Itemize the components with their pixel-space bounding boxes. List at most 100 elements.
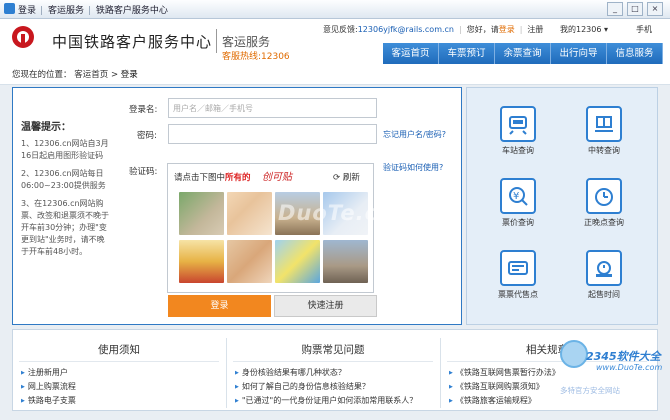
- feedback-label: 意见反馈:: [323, 25, 358, 34]
- link-separator: |: [459, 25, 462, 34]
- hotline-text: 客服热线:12306: [222, 52, 290, 62]
- username-input[interactable]: 用户名／邮箱／手机号: [168, 98, 377, 118]
- info-link[interactable]: 铁路电子支票: [21, 394, 225, 408]
- service-label: 车站查询: [502, 146, 534, 155]
- main-nav: 客运首页 车票预订 余票查询 出行向导 信息服务: [383, 43, 663, 64]
- tab-login[interactable]: 登录: [18, 6, 36, 16]
- link-separator: |: [519, 25, 523, 34]
- service-label: 中转查询: [588, 146, 620, 155]
- alarm-icon: [586, 250, 622, 286]
- top-login-link[interactable]: 登录: [499, 25, 515, 34]
- nav-ticket-booking[interactable]: 车票预订: [439, 43, 495, 64]
- captcha-help-link[interactable]: 验证码如何使用?: [383, 162, 443, 173]
- breadcrumb-prefix: 您现在的位置：: [12, 70, 72, 80]
- railway-logo-icon: [12, 26, 34, 48]
- transfer-icon: [586, 106, 622, 142]
- captcha-image-1[interactable]: [179, 192, 224, 235]
- breadcrumb-separator: >: [110, 70, 119, 80]
- tab-passenger-service[interactable]: 客运服务: [48, 6, 84, 16]
- station-icon: [500, 106, 536, 142]
- tip-item: 2、12306.cn网站每日06:00~23:00提供服务: [21, 169, 106, 190]
- minimize-button[interactable]: _: [607, 2, 623, 16]
- my-12306-menu[interactable]: 我的12306 ▾: [560, 24, 608, 35]
- quick-register-button[interactable]: 快速注册: [274, 295, 377, 317]
- login-button[interactable]: 登录: [168, 295, 271, 317]
- brand-watermark: 2345软件大全: [586, 350, 661, 363]
- service-label: 票票代售点: [498, 290, 538, 299]
- service-price-query[interactable]: ¥ 票价查询: [481, 178, 555, 228]
- service-label: 起售时间: [588, 290, 620, 299]
- watermark: DuoTe.com: [278, 201, 417, 225]
- info-link[interactable]: 身份核验结果有哪几种状态？: [235, 366, 439, 380]
- nav-remaining-tickets[interactable]: 余票查询: [495, 43, 551, 64]
- maximize-button[interactable]: □: [627, 2, 643, 16]
- info-section: 使用须知 注册新用户 网上购票流程 铁路电子支票 购票常见问题 身份核验结果有哪…: [12, 329, 658, 411]
- top-links: 意见反馈:12306yjfk@rails.com.cn | 您好，请登录 | 注册: [323, 24, 543, 35]
- tip-item: 1、12306.cn网站自3月16日起启用图形验证码: [21, 139, 109, 160]
- tab-railway-center[interactable]: 铁路客户服务中心: [96, 6, 168, 16]
- captcha-prompt: 请点击下图中所有的: [174, 171, 251, 183]
- info-link[interactable]: 如何了解自己的身份信息核验结果？: [235, 380, 439, 394]
- services-panel: 车站查询 中转查询 ¥ 票价查询 正晚点查询 票票代售点 起售时间: [466, 87, 658, 325]
- service-label: 正晚点查询: [584, 218, 624, 227]
- service-station-query[interactable]: 车站查询: [481, 106, 555, 156]
- captcha-image-6[interactable]: [227, 240, 272, 283]
- tab-separator: |: [40, 6, 44, 16]
- feedback-email-link[interactable]: 12306yjfk@rails.com.cn: [358, 25, 454, 34]
- captcha-image-8[interactable]: [323, 240, 368, 283]
- site-name: 中国铁路客户服务中心: [52, 33, 213, 51]
- service-label: 票价查询: [502, 218, 534, 227]
- window-tabs: 登录 | 客运服务 | 铁路客户服务中心: [18, 3, 170, 16]
- service-sale-time[interactable]: 起售时间: [567, 250, 641, 300]
- info-column-notice: 使用须知 注册新用户 网上购票流程 铁路电子支票: [13, 330, 225, 410]
- password-label: 密码:: [137, 131, 157, 141]
- captcha-label: 验证码:: [129, 167, 158, 177]
- info-link[interactable]: 网上购票流程: [21, 380, 225, 394]
- captcha-refresh-button[interactable]: ⟳ 刷新: [333, 171, 360, 183]
- close-button[interactable]: ×: [647, 2, 663, 16]
- column-title: 购票常见问题: [301, 344, 365, 356]
- captcha-box: 请点击下图中所有的 创可贴 ⟳ 刷新: [167, 163, 374, 293]
- info-link[interactable]: "已通过"的一代身份证用户如何添加常用联系人？: [235, 394, 439, 408]
- password-input[interactable]: [168, 124, 377, 144]
- top-register-link[interactable]: 注册: [527, 25, 543, 34]
- mobile-link[interactable]: 手机: [636, 24, 652, 35]
- tips-title: 温馨提示：: [21, 122, 71, 133]
- service-transfer-query[interactable]: 中转查询: [567, 106, 641, 156]
- breadcrumb-home-link[interactable]: 客运首页: [74, 70, 108, 80]
- info-link[interactable]: 《铁路旅客运输规程》: [449, 394, 653, 408]
- column-title: 使用须知: [98, 344, 140, 356]
- captcha-image-2[interactable]: [227, 192, 272, 235]
- service-delay-query[interactable]: 正晚点查询: [567, 178, 641, 228]
- nav-travel-guide[interactable]: 出行向导: [551, 43, 607, 64]
- forgot-password-link[interactable]: 忘记用户名/密码?: [383, 129, 446, 140]
- greeting-text: 您好，请: [466, 25, 499, 34]
- header-divider: [216, 29, 217, 53]
- mascot-icon: [560, 340, 588, 368]
- column-divider: [19, 361, 219, 362]
- svg-text:¥: ¥: [513, 191, 519, 202]
- nav-passenger-home[interactable]: 客运首页: [383, 43, 439, 64]
- breadcrumb: 您现在的位置： 客运首页 > 登录: [12, 68, 138, 80]
- brand-subtitle: 多特官方安全网站: [560, 386, 620, 395]
- column-divider: [233, 361, 433, 362]
- info-column-faq: 购票常见问题 身份核验结果有哪几种状态？ 如何了解自己的身份信息核验结果？ "已…: [227, 330, 439, 410]
- nav-info-service[interactable]: 信息服务: [607, 43, 663, 64]
- info-link[interactable]: 《铁路互联网购票须知》: [449, 380, 653, 394]
- captcha-image-7[interactable]: [275, 240, 320, 283]
- clock-icon: [586, 178, 622, 214]
- service-ticket-outlets[interactable]: 票票代售点: [481, 250, 555, 300]
- captcha-target-word: 创可贴: [262, 172, 292, 183]
- info-link[interactable]: 注册新用户: [21, 366, 225, 380]
- window-title-bar: 登录 | 客运服务 | 铁路客户服务中心 _ □ ×: [0, 0, 670, 19]
- ticket-icon: [500, 250, 536, 286]
- tip-item: 3、在12306.cn网站购票、改签和退票须不晚于开车前30分钟；办理"变更到站…: [21, 199, 109, 256]
- breadcrumb-current: 登录: [120, 70, 138, 80]
- captcha-prompt-text: 请点击下图中: [174, 173, 226, 183]
- app-icon: [4, 3, 15, 14]
- breadcrumb-bar: 您现在的位置： 客运首页 > 登录: [0, 65, 670, 85]
- price-icon: ¥: [500, 178, 536, 214]
- captcha-image-5[interactable]: [179, 240, 224, 283]
- site-subtitle: 客运服务: [222, 35, 271, 49]
- brand-url: www.DuoTe.com: [596, 363, 663, 372]
